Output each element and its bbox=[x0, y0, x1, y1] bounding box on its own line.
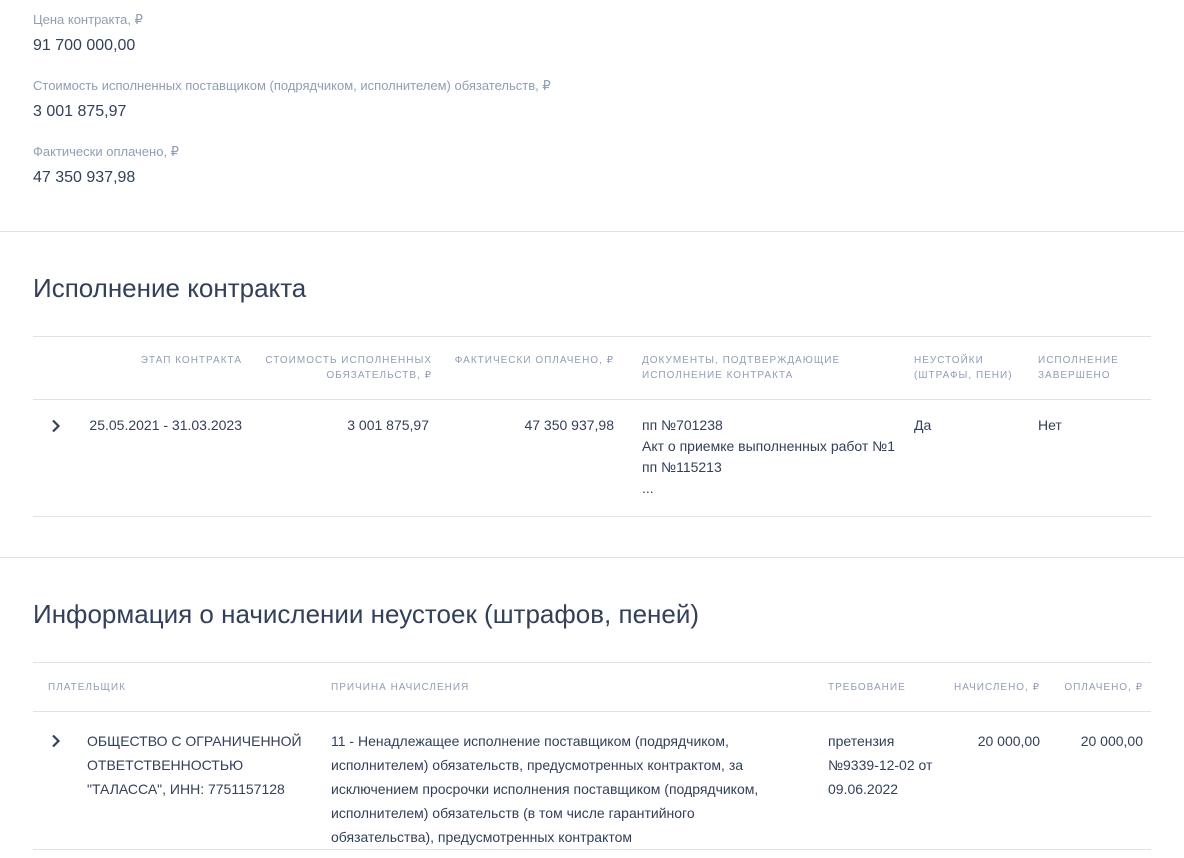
payer-cell: ОБЩЕСТВО С ОГРАНИЧЕННОЙ ОТВЕТСТВЕННОСТЬЮ… bbox=[33, 712, 331, 850]
demand-line: претензия bbox=[828, 733, 895, 749]
contract-price-value: 91 700 000,00 bbox=[33, 37, 136, 54]
more-documents[interactable]: ... bbox=[642, 478, 914, 499]
execution-table-header: Этап контракта Стоимость исполненных обяз… bbox=[33, 336, 1151, 400]
paid-column-header: Фактически оплачено, ₽ bbox=[454, 355, 614, 366]
penalties-table: Плательщик Причина начисления Требование… bbox=[33, 662, 1151, 850]
chevron-right-icon[interactable] bbox=[50, 734, 64, 748]
paid-column-header: Оплачено, ₽ bbox=[1064, 682, 1143, 693]
docs-column-header: Документы, подтверждающие исполнение конт… bbox=[642, 355, 841, 381]
penalties-title: Информация о начислении неустоек (штрафо… bbox=[33, 599, 700, 629]
paid-value: 47 350 937,98 bbox=[33, 169, 136, 186]
table-row: 25.05.2021 - 31.03.2023 3 001 875,97 47 … bbox=[33, 400, 1151, 517]
completed-column-header: Исполнение завершено bbox=[1038, 355, 1119, 381]
penalties-section: Информация о начислении неустоек (штрафо… bbox=[0, 558, 1184, 850]
chevron-right-icon[interactable] bbox=[50, 419, 64, 433]
paid-field: Фактически оплачено, ₽ 47 350 937,98 bbox=[33, 144, 1184, 188]
fulfilled-cost-field: Стоимость исполненных поставщиком (подря… bbox=[33, 78, 1184, 122]
demand-line: №9339-12-02 от bbox=[828, 757, 933, 773]
reason-line: исполнителем) обязательств (в том числе … bbox=[331, 805, 695, 821]
paid-label: Фактически оплачено, ₽ bbox=[33, 144, 179, 159]
document-link[interactable]: пп №701238 bbox=[642, 415, 914, 436]
demand-line: 09.06.2022 bbox=[828, 781, 899, 797]
accrued-cell: 20 000,00 bbox=[977, 733, 1040, 749]
reason-line: обязательства), предусмотренных контракт… bbox=[331, 829, 633, 845]
execution-table: Этап контракта Стоимость исполненных обяз… bbox=[33, 336, 1151, 517]
stage-column-header: Этап контракта bbox=[140, 355, 242, 366]
execution-section: Исполнение контракта Этап контракта Стои… bbox=[0, 232, 1184, 557]
cost-column-header: Стоимость исполненных обязательств, ₽ bbox=[265, 355, 432, 381]
contract-summary: Цена контракта, ₽ 91 700 000,00 Стоимост… bbox=[0, 0, 1184, 231]
reason-line: 11 - Ненадлежащее исполнение поставщиком… bbox=[331, 733, 729, 749]
cost-cell: 3 001 875,97 bbox=[347, 417, 429, 433]
document-link[interactable]: пп №115213 bbox=[642, 457, 914, 478]
reason-column-header: Причина начисления bbox=[331, 682, 470, 693]
reason-line: исполнителем) обязательств, предусмотрен… bbox=[331, 757, 744, 773]
penalties-cell: Да bbox=[914, 417, 932, 433]
accrued-column-header: Начислено, ₽ bbox=[953, 682, 1040, 693]
contract-price-field: Цена контракта, ₽ 91 700 000,00 bbox=[33, 12, 1184, 56]
completed-cell: Нет bbox=[1038, 417, 1062, 433]
reason-cell: 11 - Ненадлежащее исполнение поставщиком… bbox=[331, 712, 828, 850]
penalties-column-header: Неустойки (штрафы, пени) bbox=[914, 355, 1013, 381]
fulfilled-cost-label: Стоимость исполненных поставщиком (подря… bbox=[33, 78, 551, 93]
expand-cell bbox=[33, 400, 88, 517]
contract-price-label: Цена контракта, ₽ bbox=[33, 12, 143, 27]
stage-cell: 25.05.2021 - 31.03.2023 bbox=[89, 417, 242, 433]
penalties-table-header: Плательщик Причина начисления Требование… bbox=[33, 662, 1151, 712]
docs-cell: пп №701238 Акт о приемке выполненных раб… bbox=[617, 400, 914, 517]
paid-cell: 47 350 937,98 bbox=[524, 417, 614, 433]
payer-name-line: ОТВЕТСТВЕННОСТЬЮ bbox=[87, 757, 244, 773]
fulfilled-cost-value: 3 001 875,97 bbox=[33, 103, 127, 120]
payer-column-header: Плательщик bbox=[48, 682, 126, 693]
demand-column-header: Требование bbox=[828, 682, 906, 693]
payer-name-line: "ТАЛАССА", ИНН: 7751157128 bbox=[87, 781, 285, 797]
document-link[interactable]: Акт о приемке выполненных работ №1 bbox=[642, 436, 914, 457]
table-row: ОБЩЕСТВО С ОГРАНИЧЕННОЙ ОТВЕТСТВЕННОСТЬЮ… bbox=[33, 712, 1151, 850]
reason-line: исключением просрочки исполнения поставщ… bbox=[331, 781, 759, 797]
execution-title: Исполнение контракта bbox=[33, 273, 307, 303]
expand-column-header bbox=[33, 337, 88, 400]
paid-amount-cell: 20 000,00 bbox=[1080, 733, 1143, 749]
demand-cell: претензия №9339-12-02 от 09.06.2022 bbox=[828, 712, 948, 850]
payer-name-line: ОБЩЕСТВО С ОГРАНИЧЕННОЙ bbox=[87, 733, 302, 749]
